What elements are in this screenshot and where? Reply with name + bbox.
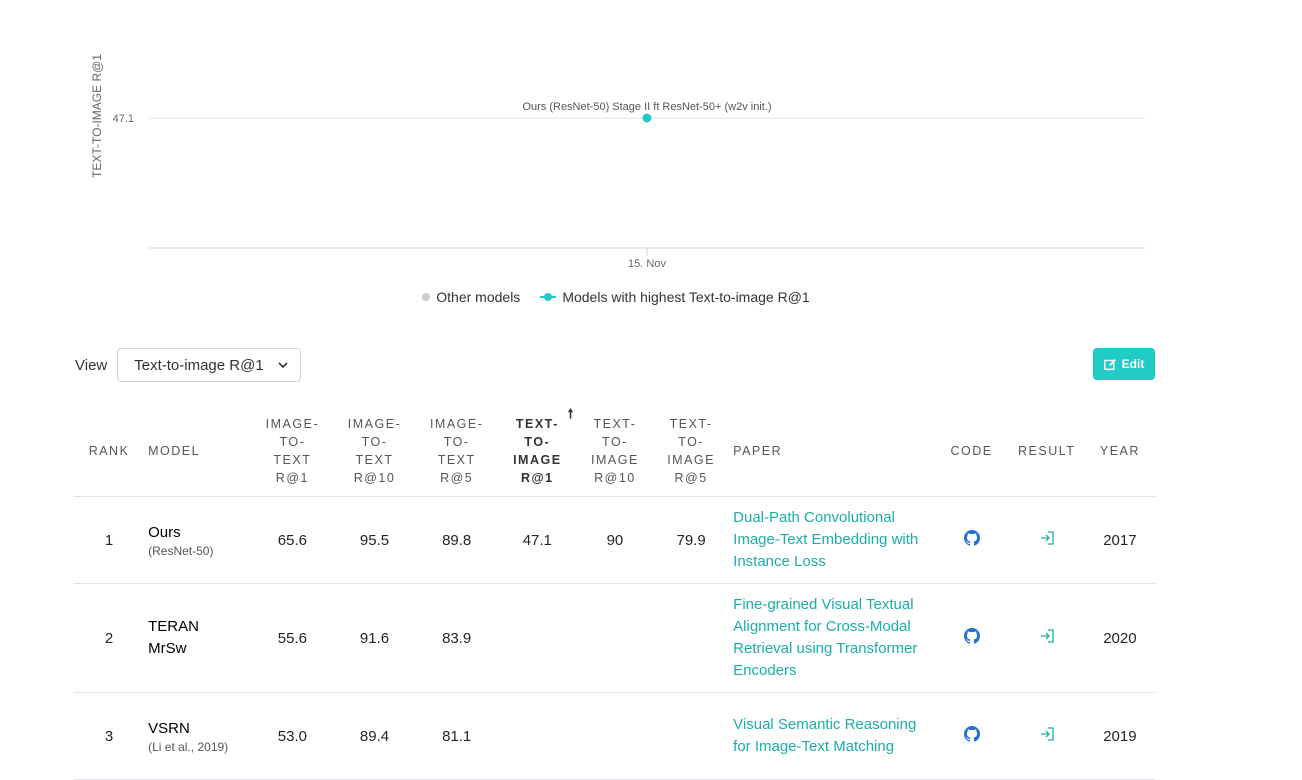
table-header-row: RANK MODEL IMAGE- TO- TEXT R@1 IMAGE- TO- TEX… <box>74 405 1155 497</box>
model-sub: (Li et al., 2019) <box>148 740 229 754</box>
header-i2t-r10[interactable]: IMAGE- TO- TEXT R@10 <box>333 405 416 497</box>
sign-in-icon[interactable] <box>1039 530 1055 546</box>
header-t2i-r5[interactable]: TEXT- TO- IMAGE R@5 <box>653 405 730 497</box>
view-selector-row: View Text-to-image R@1 <box>75 348 302 382</box>
edit-button[interactable]: Edit <box>1093 348 1155 380</box>
sign-in-icon[interactable] <box>1039 628 1055 644</box>
edit-label: Edit <box>1121 357 1145 371</box>
i2t-r5-cell: 81.1 <box>415 692 498 780</box>
view-select-value: Text-to-image R@1 <box>134 356 264 374</box>
code-cell <box>934 583 1009 693</box>
paper-link[interactable]: Dual-Path Convolutional Image-Text Embed… <box>733 507 930 573</box>
model-name[interactable]: TERAN MrSw <box>148 616 208 660</box>
year-cell: 2017 <box>1084 496 1155 584</box>
paper-cell: Visual Semantic Reasoning for Image-Text… <box>729 692 935 780</box>
table-row: 2 TERAN MrSw 55.6 91.6 83.9 Fine-grained… <box>74 583 1155 693</box>
leaderboard-chart: TEXT-TO-IMAGE R@1 47.1 15. Nov Ours (Res… <box>90 54 1145 270</box>
chevron-down-icon <box>278 362 288 368</box>
table-row: 1 Ours (ResNet-50) 65.6 95.5 89.8 47.1 9… <box>74 496 1155 584</box>
model-cell: VSRN (Li et al., 2019) <box>144 692 252 780</box>
x-tick-label: 15. Nov <box>628 258 666 270</box>
result-cell <box>1008 583 1085 693</box>
t2i-r5-cell: 79.9 <box>653 496 730 584</box>
edit-icon <box>1103 358 1116 370</box>
model-name[interactable]: Ours <box>148 522 247 544</box>
legend-item-best[interactable]: Models with highest Text-to-image R@1 <box>540 289 810 305</box>
result-cell <box>1008 692 1085 780</box>
i2t-r5-cell: 83.9 <box>415 583 498 693</box>
t2i-r10-cell: 90 <box>576 496 654 584</box>
header-t2i-r1[interactable]: TEXT- TO- IMAGE R@1 🠕 <box>497 405 577 497</box>
legend-label-best: Models with highest Text-to-image R@1 <box>562 289 810 305</box>
github-icon[interactable] <box>963 726 980 742</box>
y-tick-label: 47.1 <box>113 113 134 125</box>
header-year[interactable]: YEAR <box>1084 405 1155 497</box>
github-icon[interactable] <box>963 628 980 644</box>
legend-item-other[interactable]: Other models <box>422 289 520 305</box>
y-axis-label: TEXT-TO-IMAGE R@1 <box>90 54 104 178</box>
github-icon[interactable] <box>963 530 980 546</box>
header-i2t-r1[interactable]: IMAGE- TO- TEXT R@1 <box>251 405 334 497</box>
chart-legend: Other models Models with highest Text-to… <box>0 289 1232 305</box>
header-rank[interactable]: RANK <box>74 405 145 497</box>
legend-line-dot-icon <box>540 293 557 301</box>
paper-link[interactable]: Fine-grained Visual Textual Alignment fo… <box>733 594 930 682</box>
code-cell <box>934 692 1009 780</box>
view-select[interactable]: Text-to-image R@1 <box>117 348 302 382</box>
leaderboard-table: RANK MODEL IMAGE- TO- TEXT R@1 IMAGE- TO- TEX… <box>74 405 1155 780</box>
data-point[interactable] <box>642 113 652 123</box>
view-label: View <box>75 356 108 374</box>
data-label: Ours (ResNet-50) Stage II ft ResNet-50+ … <box>522 101 771 113</box>
i2t-r10-cell: 95.5 <box>333 496 416 584</box>
legend-dot-icon <box>422 293 431 301</box>
header-model[interactable]: MODEL <box>144 405 252 497</box>
i2t-r1-cell: 55.6 <box>251 583 334 693</box>
sort-up-arrow-icon: 🠕 <box>567 406 575 421</box>
i2t-r10-cell: 89.4 <box>333 692 416 780</box>
sign-in-icon[interactable] <box>1039 726 1055 742</box>
model-cell: Ours (ResNet-50) <box>144 496 252 584</box>
t2i-r5-cell <box>653 692 730 780</box>
legend-label-other: Other models <box>436 289 521 305</box>
result-cell <box>1008 496 1085 584</box>
paper-cell: Dual-Path Convolutional Image-Text Embed… <box>729 496 935 584</box>
rank-cell: 1 <box>74 496 145 584</box>
header-code: CODE <box>934 405 1009 497</box>
i2t-r1-cell: 65.6 <box>251 496 334 584</box>
paper-cell: Fine-grained Visual Textual Alignment fo… <box>729 583 935 693</box>
year-cell: 2019 <box>1084 692 1155 780</box>
t2i-r1-cell <box>497 583 577 693</box>
t2i-r1-cell: 47.1 <box>497 496 577 584</box>
year-cell: 2020 <box>1084 583 1155 693</box>
t2i-r10-cell <box>576 583 654 693</box>
header-i2t-r5[interactable]: IMAGE- TO- TEXT R@5 <box>415 405 498 497</box>
i2t-r5-cell: 89.8 <box>415 496 498 584</box>
model-cell: TERAN MrSw <box>144 583 252 693</box>
t2i-r1-cell <box>497 692 577 780</box>
t2i-r10-cell <box>576 692 654 780</box>
i2t-r10-cell: 91.6 <box>333 583 416 693</box>
header-paper: PAPER <box>729 405 935 497</box>
t2i-r5-cell <box>653 583 730 693</box>
i2t-r1-cell: 53.0 <box>251 692 334 780</box>
code-cell <box>934 496 1009 584</box>
table-row: 3 VSRN (Li et al., 2019) 53.0 89.4 81.1 … <box>74 692 1155 780</box>
rank-cell: 3 <box>74 692 145 780</box>
header-result: RESULT <box>1008 405 1085 497</box>
rank-cell: 2 <box>74 583 145 693</box>
paper-link[interactable]: Visual Semantic Reasoning for Image-Text… <box>733 714 930 758</box>
model-sub: (ResNet-50) <box>148 544 214 558</box>
model-name[interactable]: VSRN <box>148 718 247 740</box>
header-t2i-r10[interactable]: TEXT- TO- IMAGE R@10 <box>576 405 654 497</box>
